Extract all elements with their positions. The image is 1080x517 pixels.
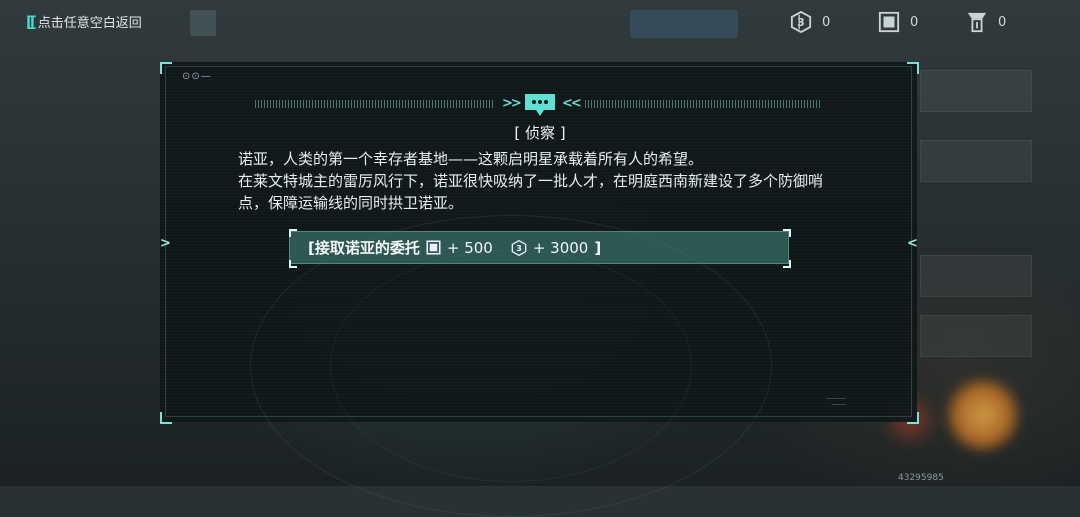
button-corner	[783, 229, 791, 237]
button-corner	[289, 229, 297, 237]
currency-badge: 0	[966, 11, 1006, 33]
corner-bracket	[907, 412, 919, 424]
dialog-body: 诺亚，人类的第一个幸存者基地——这颗启明星承载着所有人的希望。 在莱文特城主的雷…	[238, 148, 843, 214]
button-corner	[783, 260, 791, 268]
serial-line: ‑‑‑‑‑‑‑‑	[831, 402, 846, 408]
reward-chip-amount: + 500	[446, 238, 493, 257]
chevron-right-icon: >	[160, 236, 171, 251]
currency-chip: 0	[878, 11, 918, 33]
background-panel	[920, 315, 1032, 357]
chevron-double-left-icon: <<	[562, 96, 582, 111]
blurred-top-button[interactable]	[630, 10, 738, 38]
coin-count: 0	[822, 14, 831, 30]
corner-bracket	[907, 62, 919, 74]
currency-coin: 3 0	[790, 11, 830, 33]
back-label: 点击任意空白返回	[37, 16, 142, 31]
background-glow	[948, 380, 1018, 450]
accept-commission-button[interactable]: [接取诺亚的委托 + 500 3 + 3000 ]	[289, 231, 789, 264]
user-id: 43295985	[898, 473, 944, 483]
svg-text:3: 3	[516, 244, 522, 253]
chat-bubble-icon	[525, 94, 555, 116]
background-panel	[920, 70, 1032, 112]
coin-icon: 3	[790, 11, 812, 33]
corner-dots: ⊙⊙—	[182, 71, 212, 82]
dialog-title: [ 侦察 ]	[514, 124, 566, 142]
background-panel	[920, 140, 1032, 182]
double-bracket-icon: [[	[26, 12, 37, 31]
back-button[interactable]: [[ 点击任意空白返回	[26, 12, 142, 32]
svg-text:3: 3	[797, 16, 805, 29]
accept-close-bracket: ]	[594, 238, 602, 257]
badge-icon	[967, 12, 987, 33]
chip-icon	[878, 11, 900, 33]
badge-count: 0	[998, 14, 1007, 30]
body-paragraph: 在莱文特城主的雷厉风行下，诺亚很快吸纳了一批人才，在明庭西南新建设了多个防御哨点…	[238, 172, 824, 212]
coin-icon: 3	[511, 239, 527, 256]
body-paragraph: 诺亚，人类的第一个幸存者基地——这颗启明星承载着所有人的希望。	[238, 150, 704, 168]
hatch-divider	[585, 100, 820, 108]
chip-icon	[426, 240, 441, 255]
accept-label: [接取诺亚的委托	[308, 239, 420, 257]
menu-button[interactable]	[190, 10, 216, 36]
button-corner	[289, 260, 297, 268]
corner-bracket	[160, 412, 172, 424]
background-panel	[920, 255, 1032, 297]
corner-bracket	[160, 62, 172, 74]
chip-count: 0	[910, 14, 919, 30]
chevron-double-right-icon: >>	[502, 96, 522, 111]
serial-text: ‑‑‑‑‑‑‑‑‑‑‑ ‑‑‑‑‑‑‑‑	[826, 396, 846, 408]
reward-coin-amount: + 3000	[532, 238, 589, 257]
chevron-left-icon: <	[907, 236, 918, 251]
hatch-divider	[255, 100, 495, 108]
